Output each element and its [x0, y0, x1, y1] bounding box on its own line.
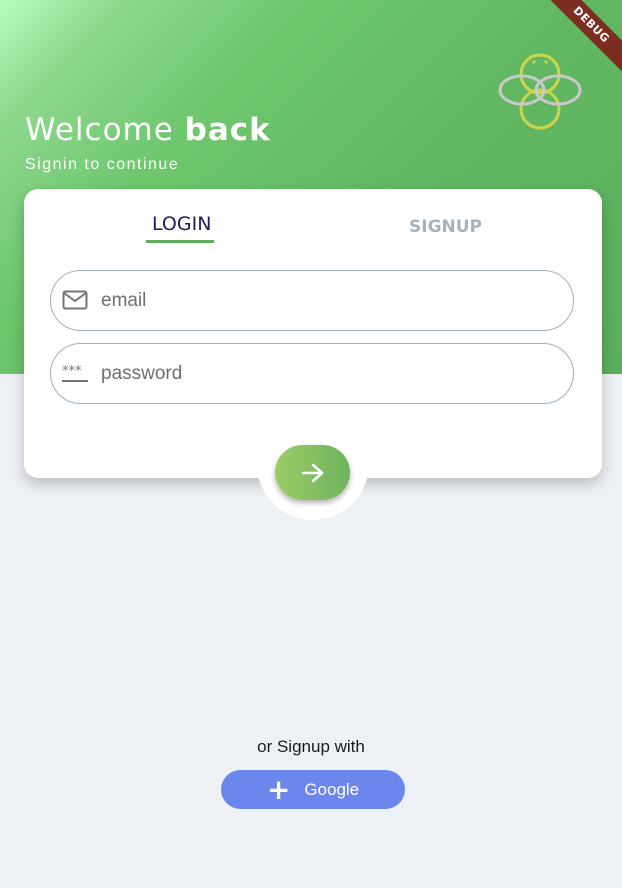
- google-button-label: Google: [304, 779, 360, 799]
- welcome-bold: back: [184, 112, 271, 148]
- login-submit-button[interactable]: [275, 445, 350, 500]
- active-tab-indicator: [146, 240, 214, 243]
- svg-text:***: ***: [62, 364, 82, 379]
- app-logo-icon: [498, 53, 582, 130]
- welcome-heading: Welcome back: [25, 112, 271, 148]
- password-input[interactable]: [99, 344, 563, 404]
- email-input[interactable]: [99, 271, 563, 331]
- mail-icon: [62, 290, 88, 310]
- password-field[interactable]: ***: [50, 343, 574, 404]
- welcome-plain: Welcome: [25, 112, 185, 148]
- password-dots-icon: ***: [62, 364, 88, 382]
- arrow-right-icon: [301, 463, 323, 482]
- email-field[interactable]: [50, 270, 574, 331]
- tab-signup[interactable]: SIGNUP: [409, 217, 482, 237]
- social-signup-prompt: or Signup with: [257, 737, 365, 756]
- page-subtitle: Signin to continue: [25, 156, 180, 173]
- tab-login[interactable]: LOGIN: [152, 213, 211, 235]
- plus-icon: +: [266, 772, 291, 806]
- google-signup-button[interactable]: + Google: [221, 770, 405, 809]
